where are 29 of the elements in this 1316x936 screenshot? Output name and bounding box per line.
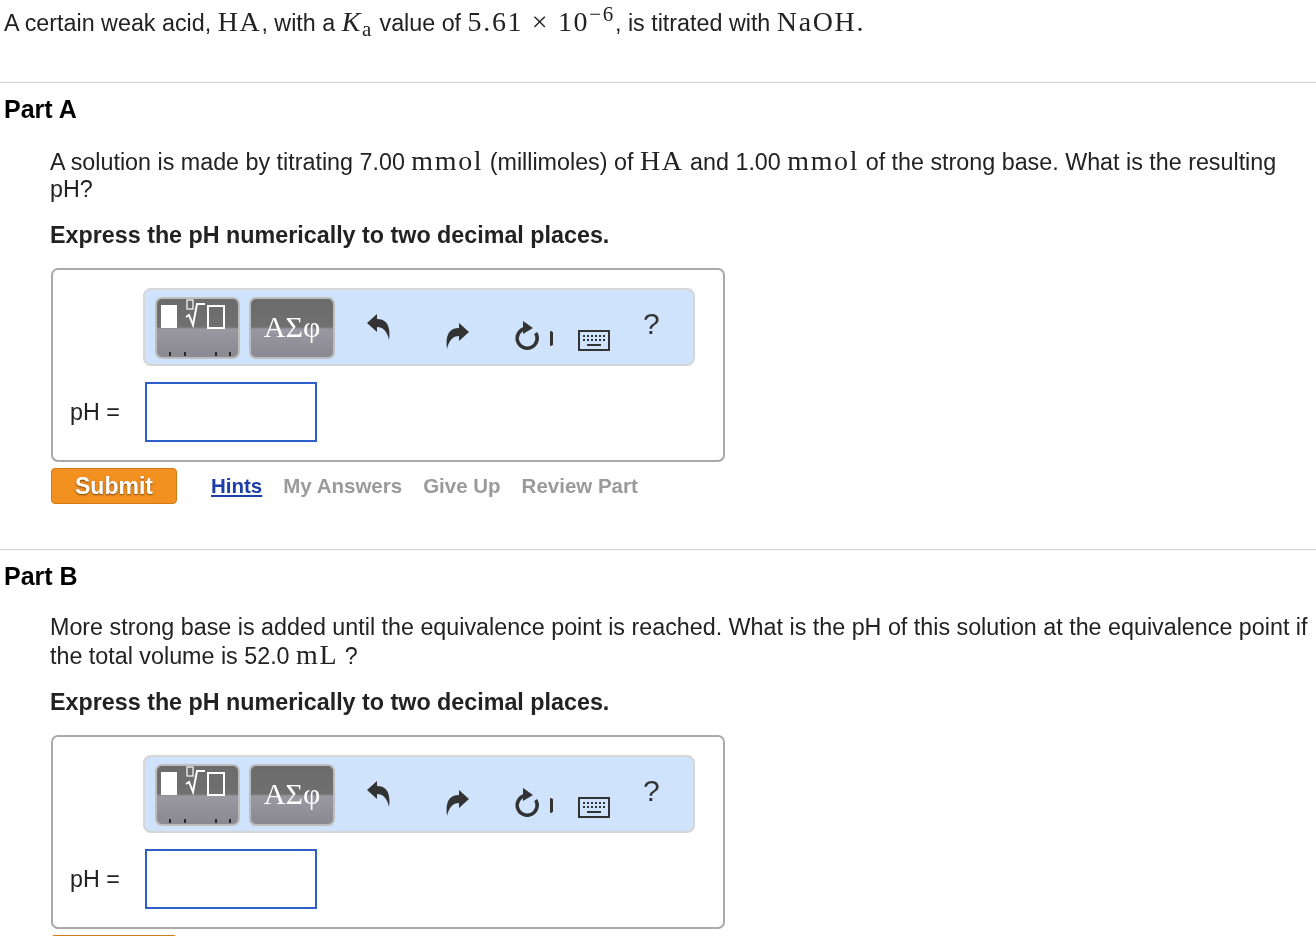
instruction-text: Express the pH numerically to two decimal places. <box>50 222 610 249</box>
answer-label: pH = <box>70 865 121 893</box>
answer-input[interactable] <box>145 849 317 909</box>
keyboard-icon[interactable] <box>578 797 610 818</box>
part-heading: Part B <box>3 561 78 591</box>
templates-icon <box>160 766 232 823</box>
templates-icon <box>160 299 232 356</box>
help-button[interactable]: ? <box>643 309 660 339</box>
action-link[interactable]: Hints <box>211 473 263 499</box>
redo-icon[interactable] <box>446 323 469 349</box>
submit-button[interactable]: Submit <box>51 468 177 504</box>
templates-button[interactable] <box>155 764 240 826</box>
question-text: A solution is made by titrating 7.00 mmol (millimoles) of HA and 1.00 mmol of the strong base. What is the resulting pH? <box>50 147 1278 203</box>
part-heading: Part A <box>3 94 77 124</box>
answer-label: pH = <box>70 398 121 426</box>
redo-icon[interactable] <box>446 790 469 816</box>
templates-button[interactable] <box>155 297 240 359</box>
answer-input[interactable] <box>145 382 317 442</box>
undo-icon[interactable] <box>367 314 390 340</box>
instruction-text: Express the pH numerically to two decimal places. <box>50 689 610 716</box>
reset-icon[interactable] <box>512 787 553 820</box>
problem-statement: A certain weak acid, HA, with a K$_{a}$ value of 5.61 × 10$^{−6}$, is titrated with NaOH. <box>3 0 866 37</box>
symbols-button[interactable]: ΑΣφ <box>249 764 335 826</box>
reset-icon[interactable] <box>512 320 553 353</box>
symbols-button[interactable]: ΑΣφ <box>249 297 335 359</box>
keyboard-icon[interactable] <box>578 330 610 351</box>
help-button[interactable]: ? <box>643 776 660 806</box>
question-text: More strong base is added until the equivalence point is reached. What is the pH of this solution at the equivalence point if the total volume is 52.0 mL ? <box>50 614 1309 670</box>
undo-icon[interactable] <box>367 781 390 807</box>
